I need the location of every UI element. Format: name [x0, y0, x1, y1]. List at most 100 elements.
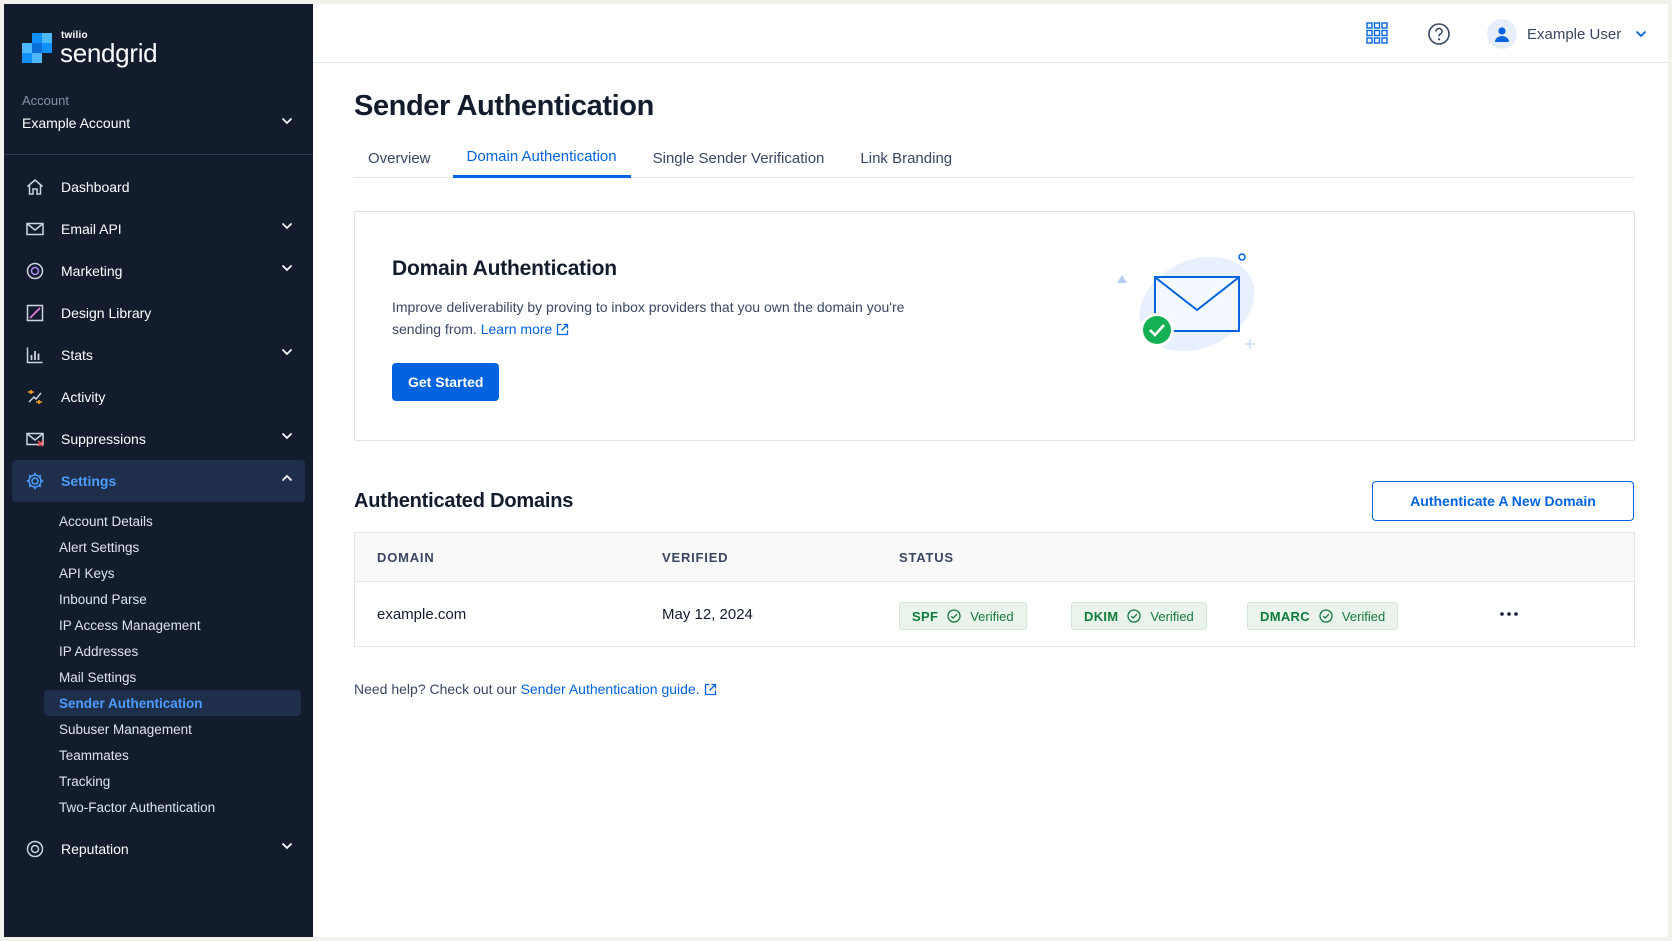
table-row[interactable]: example.com May 12, 2024 SPF Verified DK… — [355, 582, 1634, 647]
tab-domain-authentication[interactable]: Domain Authentication — [452, 138, 631, 178]
card-description: Improve deliverability by proving to inb… — [392, 296, 932, 340]
nav-label: Marketing — [61, 263, 123, 279]
chevron-down-icon — [281, 264, 293, 272]
account-switcher[interactable]: Account Example Account — [4, 89, 313, 155]
column-header-status: STATUS — [899, 550, 954, 565]
sub-item-account-details[interactable]: Account Details — [4, 508, 313, 534]
get-started-button[interactable]: Get Started — [392, 363, 500, 401]
external-link-icon — [557, 323, 569, 336]
learn-more-link[interactable]: Learn more — [481, 321, 570, 337]
user-menu[interactable]: Example User — [1487, 18, 1647, 50]
sub-item-ip-access-management[interactable]: IP Access Management — [4, 612, 313, 638]
user-name: Example User — [1527, 25, 1622, 43]
chevron-down-icon — [1636, 30, 1647, 38]
chevron-down-icon — [281, 117, 293, 125]
help-text-prefix: Need help? Check out our — [354, 681, 521, 697]
column-header-domain: DOMAIN — [377, 550, 435, 565]
sub-item-ip-addresses[interactable]: IP Addresses — [4, 638, 313, 664]
app-grid-icon[interactable] — [1366, 22, 1388, 44]
nav-label: Suppressions — [61, 431, 146, 447]
nav-item-design-library[interactable]: Design Library — [4, 292, 313, 334]
domain-auth-card: Domain Authentication Improve deliverabi… — [354, 211, 1635, 441]
activity-icon — [24, 386, 46, 408]
sub-item-alert-settings[interactable]: Alert Settings — [4, 534, 313, 560]
chevron-up-icon — [281, 474, 293, 482]
check-circle-icon — [947, 609, 961, 623]
tabs: Overview Domain Authentication Single Se… — [354, 138, 1634, 178]
page-title: Sender Authentication — [354, 90, 654, 122]
top-bar: Example User — [313, 4, 1668, 63]
sendgrid-logo[interactable]: twilio sendgrid — [22, 28, 158, 68]
check-circle-icon — [1127, 609, 1142, 623]
sidebar: twilio sendgrid Account Example Account … — [4, 4, 313, 937]
verified-date-cell: May 12, 2024 — [662, 606, 753, 623]
home-icon — [24, 176, 46, 198]
nav-label: Design Library — [61, 305, 152, 321]
sendgrid-logo-icon — [22, 33, 52, 63]
sub-item-subuser-management[interactable]: Subuser Management — [4, 716, 313, 742]
account-label: Account — [22, 93, 69, 108]
reputation-icon — [24, 838, 46, 860]
nav-label: Settings — [61, 473, 117, 489]
main-nav: Dashboard Email API Marketing Design Lib… — [4, 166, 313, 870]
status-key: SPF — [912, 608, 939, 624]
nav-item-stats[interactable]: Stats — [4, 334, 313, 376]
domains-table: DOMAIN VERIFIED STATUS example.com May 1… — [354, 532, 1635, 647]
authenticate-new-domain-button[interactable]: Authenticate A New Domain — [1372, 481, 1634, 521]
nav-item-dashboard[interactable]: Dashboard — [4, 166, 313, 208]
dmarc-status-badge: DMARC Verified — [1247, 602, 1399, 630]
nav-label: Reputation — [61, 841, 129, 857]
nav-label: Stats — [61, 347, 93, 363]
settings-subnav: Account Details Alert Settings API Keys … — [4, 502, 313, 828]
dkim-status-badge: DKIM Verified — [1071, 602, 1207, 630]
suppressions-icon — [24, 428, 46, 450]
sender-authentication-guide-link[interactable]: Sender Authentication guide. — [521, 681, 717, 697]
gear-icon — [24, 470, 46, 492]
sub-item-tracking[interactable]: Tracking — [4, 768, 313, 794]
column-header-verified: VERIFIED — [662, 550, 729, 565]
account-name: Example Account — [22, 115, 131, 131]
nav-label: Email API — [61, 221, 122, 237]
learn-more-label: Learn more — [480, 321, 553, 337]
card-description-text: Improve deliverability by proving to inb… — [392, 299, 905, 337]
status-value: Verified — [1150, 608, 1194, 624]
external-link-icon — [704, 683, 716, 696]
chevron-down-icon — [281, 842, 293, 850]
sub-item-teammates[interactable]: Teammates — [4, 742, 313, 768]
help-icon[interactable] — [1427, 22, 1451, 46]
nav-item-email-api[interactable]: Email API — [4, 208, 313, 250]
nav-item-activity[interactable]: Activity — [4, 376, 313, 418]
status-key: DMARC — [1260, 608, 1310, 624]
chevron-down-icon — [281, 348, 293, 356]
row-actions-more-icon[interactable] — [1497, 604, 1521, 624]
tab-overview[interactable]: Overview — [354, 138, 445, 178]
check-circle-icon — [1319, 609, 1333, 623]
spf-status-badge: SPF Verified — [899, 602, 1027, 630]
status-value: Verified — [1341, 608, 1386, 624]
nav-item-settings[interactable]: Settings — [12, 460, 305, 502]
sub-item-sender-authentication[interactable]: Sender Authentication — [44, 690, 301, 716]
envelope-check-illustration — [1117, 253, 1255, 352]
status-value: Verified — [970, 608, 1014, 624]
tab-link-branding[interactable]: Link Branding — [846, 138, 966, 178]
chevron-down-icon — [281, 432, 293, 440]
logo-big-text: sendgrid — [60, 37, 158, 68]
card-title: Domain Authentication — [392, 257, 617, 280]
guide-link-label: Sender Authentication guide. — [520, 681, 700, 697]
sub-item-api-keys[interactable]: API Keys — [4, 560, 313, 586]
help-text: Need help? Check out our Sender Authenti… — [354, 681, 717, 697]
domain-cell: example.com — [377, 606, 467, 623]
status-key: DKIM — [1084, 608, 1119, 624]
sub-item-two-factor-authentication[interactable]: Two-Factor Authentication — [4, 794, 313, 820]
bar-chart-icon — [24, 344, 46, 366]
marketing-icon — [24, 260, 46, 282]
nav-item-marketing[interactable]: Marketing — [4, 250, 313, 292]
nav-item-reputation[interactable]: Reputation — [4, 828, 313, 870]
nav-label: Activity — [61, 389, 106, 405]
nav-label: Dashboard — [61, 179, 130, 195]
sub-item-mail-settings[interactable]: Mail Settings — [4, 664, 313, 690]
tab-single-sender-verification[interactable]: Single Sender Verification — [639, 138, 839, 178]
authenticated-domains-title: Authenticated Domains — [354, 490, 574, 512]
sub-item-inbound-parse[interactable]: Inbound Parse — [4, 586, 313, 612]
nav-item-suppressions[interactable]: Suppressions — [4, 418, 313, 460]
